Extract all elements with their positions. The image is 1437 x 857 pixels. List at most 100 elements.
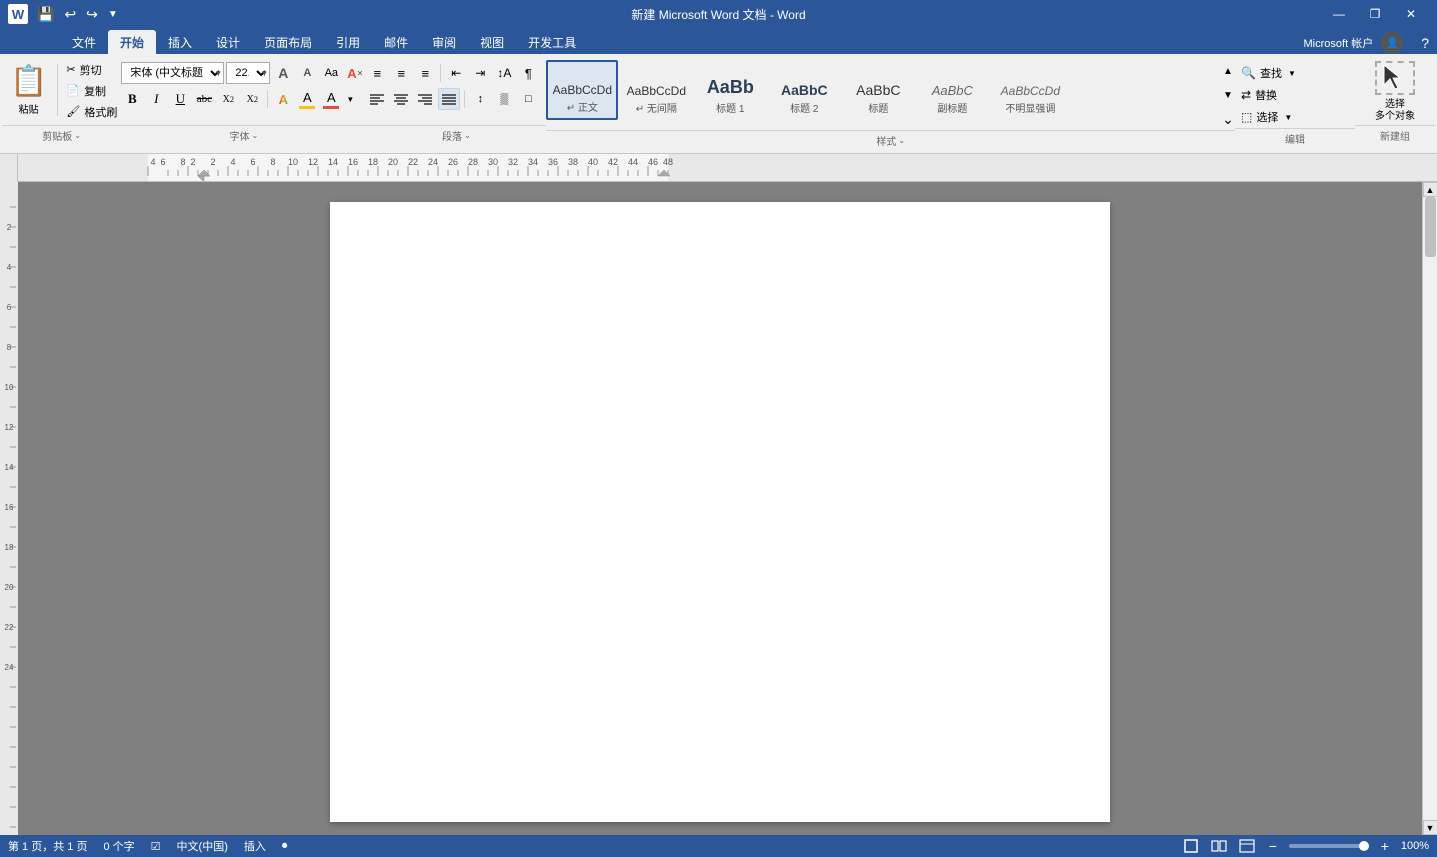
clear-format-button[interactable]: A ✕ [344, 62, 366, 84]
change-case-button[interactable]: Aa [320, 62, 342, 84]
numbering-button[interactable]: ≡ [390, 62, 412, 84]
align-right-button[interactable] [414, 88, 436, 110]
styles-scroll-up[interactable]: ▲ [1221, 62, 1235, 80]
highlight-color-button[interactable]: A [296, 88, 318, 110]
style-no-spacing[interactable]: AaBbCcDd ↵ 无间隔 [620, 60, 692, 120]
italic-button[interactable]: I [145, 88, 167, 110]
font-color-dropdown[interactable]: ▼ [344, 88, 356, 110]
styles-section-label[interactable]: 样式 ⌄ [546, 130, 1235, 151]
bullets-button[interactable]: ≡ [366, 62, 388, 84]
print-layout-button[interactable] [1181, 838, 1201, 854]
redo-quick-btn[interactable]: ↪ [83, 6, 101, 23]
tab-file[interactable]: 文件 [60, 30, 108, 54]
grow-font-button[interactable]: A [272, 62, 294, 84]
style-subtitle[interactable]: AaBbC 副标题 [916, 60, 988, 120]
macro-record[interactable]: ⏺ [282, 840, 288, 853]
cut-button[interactable]: ✂ 剪切 [62, 60, 121, 79]
font-name-select[interactable]: 宋体 (中文标题 [121, 62, 224, 84]
shrink-font-button[interactable]: A [296, 62, 318, 84]
sort-button[interactable]: ↕A [493, 62, 515, 84]
increase-indent-button[interactable]: ⇥ [469, 62, 491, 84]
tab-view[interactable]: 视图 [468, 30, 516, 54]
replace-button[interactable]: ⇄ 替换 [1235, 84, 1295, 106]
zoom-in-button[interactable]: + [1377, 838, 1393, 854]
minimize-button[interactable]: — [1321, 0, 1357, 28]
svg-text:24: 24 [428, 157, 438, 167]
align-left-button[interactable] [366, 88, 388, 110]
style-title[interactable]: AaBbC 标题 [842, 60, 914, 120]
style-heading1[interactable]: AaBb 标题 1 [694, 60, 766, 120]
language-info[interactable]: 中文(中国) [177, 838, 228, 854]
text-effects-button[interactable]: A [272, 88, 294, 110]
font-size-select[interactable]: 22.5 [226, 62, 270, 84]
style-normal[interactable]: AaBbCcDd ↵ 正文 [546, 60, 618, 120]
tab-home[interactable]: 开始 [108, 30, 156, 54]
format-painter-button[interactable]: 🖌 格式刷 [62, 102, 121, 121]
cut-label: 剪切 [80, 62, 102, 78]
underline-button[interactable]: U [169, 88, 191, 110]
title-right: — ❐ ✕ [1321, 0, 1429, 28]
copy-button[interactable]: 📄 复制 [62, 81, 121, 100]
document-area[interactable] [18, 182, 1422, 835]
document-page[interactable] [330, 202, 1110, 822]
account-icon[interactable]: 👤 [1381, 32, 1403, 54]
paste-button[interactable]: 📋 粘贴 [2, 60, 55, 120]
account-label[interactable]: Microsoft 帐户 [1304, 35, 1374, 51]
styles-scroll-down[interactable]: ▼ [1221, 86, 1235, 104]
find-dropdown-icon: ▼ [1288, 69, 1296, 78]
tab-insert[interactable]: 插入 [156, 30, 204, 54]
web-layout-button[interactable] [1237, 838, 1257, 854]
tab-review[interactable]: 审阅 [420, 30, 468, 54]
justify-button[interactable] [438, 88, 460, 110]
close-button[interactable]: ✕ [1393, 0, 1429, 28]
borders-button[interactable]: □ [517, 88, 539, 110]
spell-check-icon[interactable]: ☑ [151, 840, 161, 853]
superscript-button[interactable]: X2 [241, 88, 263, 110]
customize-quick-btn[interactable]: ▼ [105, 9, 121, 20]
multilevel-button[interactable]: ≡ [414, 62, 436, 84]
style-subtle-emphasis[interactable]: AaBbCcDd 不明显强调 [990, 60, 1070, 120]
scroll-up-button[interactable]: ▲ [1423, 182, 1437, 197]
font-section-label[interactable]: 字体 ⌄ [121, 125, 366, 146]
line-spacing-button[interactable]: ↕ [469, 88, 491, 110]
save-quick-btn[interactable]: 💾 [34, 6, 57, 23]
subscript-button[interactable]: X2 [217, 88, 239, 110]
select-button[interactable]: ⬚ 选择 ▼ [1235, 106, 1298, 128]
char-count[interactable]: 0 个字 [103, 838, 134, 854]
scroll-down-button[interactable]: ▼ [1423, 820, 1437, 835]
tab-design[interactable]: 设计 [204, 30, 252, 54]
page-info[interactable]: 第 1 页，共 1 页 [8, 838, 87, 854]
tab-references[interactable]: 引用 [324, 30, 372, 54]
show-marks-button[interactable]: ¶ [517, 62, 539, 84]
styles-scroll-expand[interactable]: ⌄ [1221, 110, 1235, 128]
new-group-button[interactable]: 选择多个对象 [1365, 62, 1425, 122]
help-button[interactable]: ? [1413, 35, 1437, 51]
svg-text:4: 4 [230, 157, 235, 167]
undo-quick-btn[interactable]: ↩ [61, 6, 79, 23]
strikethrough-button[interactable]: abc [193, 88, 215, 110]
bold-button[interactable]: B [121, 88, 143, 110]
style-heading2[interactable]: AaBbC 标题 2 [768, 60, 840, 120]
paragraph-section-label[interactable]: 段落 ⌄ [366, 125, 546, 146]
scroll-thumb[interactable] [1425, 197, 1436, 257]
zoom-out-button[interactable]: − [1265, 838, 1281, 854]
tab-layout[interactable]: 页面布局 [252, 30, 324, 54]
insert-mode[interactable]: 插入 [244, 838, 266, 854]
restore-button[interactable]: ❐ [1357, 0, 1393, 28]
tab-mailings[interactable]: 邮件 [372, 30, 420, 54]
font-row-1: 宋体 (中文标题 ▼ 22.5 ▼ A A Aa A ✕ [121, 62, 366, 84]
format-painter-label: 格式刷 [84, 104, 117, 120]
zoom-slider[interactable] [1289, 844, 1369, 848]
select-dropdown-icon: ▼ [1284, 113, 1292, 122]
font-color-button[interactable]: A [320, 88, 342, 110]
decrease-indent-button[interactable]: ⇤ [445, 62, 467, 84]
svg-text:18: 18 [5, 543, 14, 552]
read-mode-button[interactable] [1209, 838, 1229, 854]
find-button[interactable]: 🔍 查找 ▼ [1235, 62, 1302, 84]
shading-button[interactable]: ▒ [493, 88, 515, 110]
clipboard-section-label[interactable]: 剪贴板 ⌄ [2, 125, 121, 146]
zoom-level[interactable]: 100% [1401, 840, 1429, 852]
tab-developer[interactable]: 开发工具 [516, 30, 588, 54]
align-center-button[interactable] [390, 88, 412, 110]
scroll-track[interactable] [1423, 197, 1437, 820]
